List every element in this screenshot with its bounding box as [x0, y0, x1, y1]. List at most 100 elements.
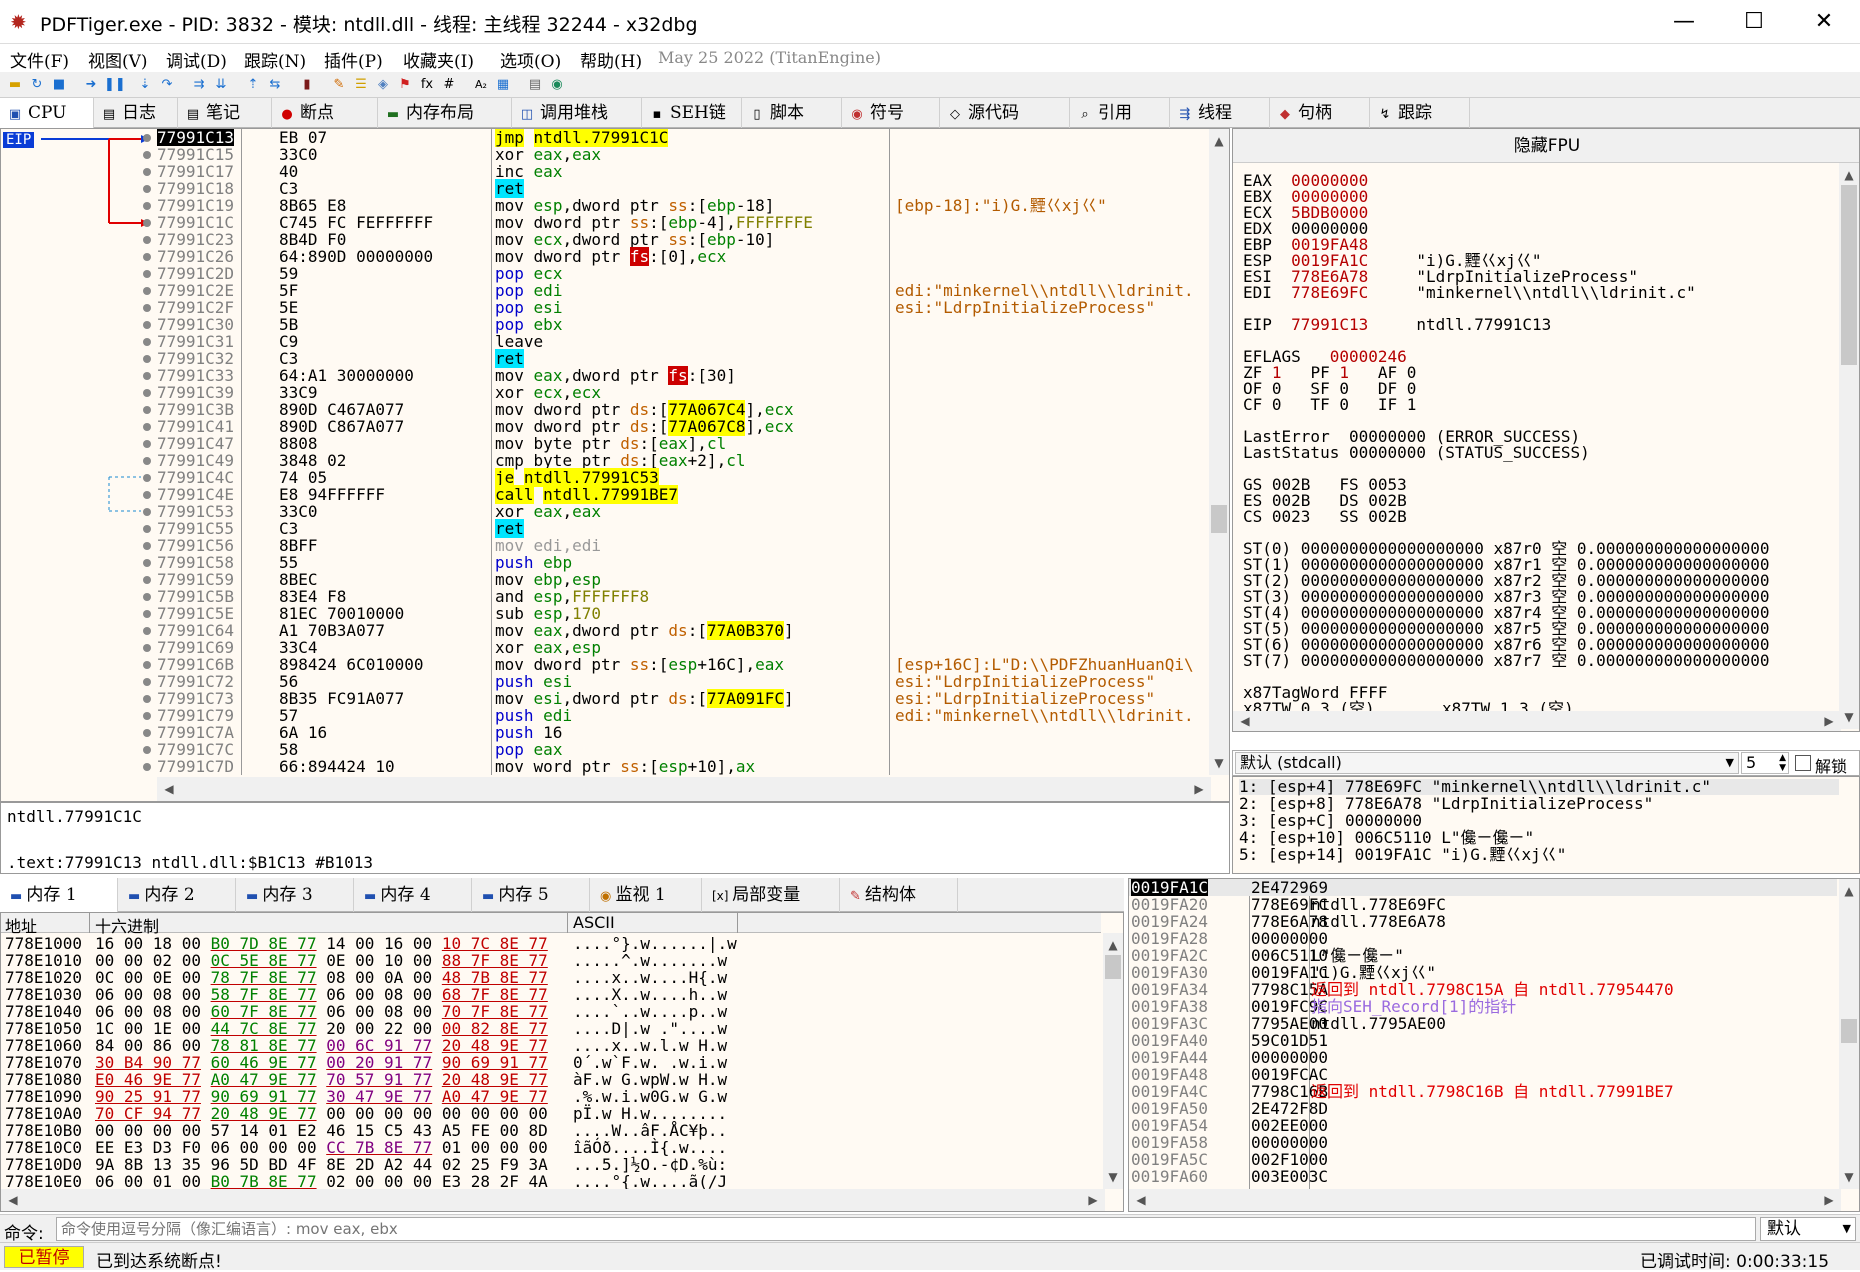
disasm-row[interactable]: 77991C39 33C9 xor ecx,ecx: [1, 384, 1211, 401]
font-icon[interactable]: A₂: [472, 76, 490, 94]
stack-row[interactable]: 0019FA2C 006C5110 L"儳ㄧ儳ㄧ": [1129, 947, 1837, 964]
scroll-left-icon[interactable]: ◀: [1235, 711, 1255, 731]
breakpoint-dot-icon[interactable]: [143, 644, 151, 652]
stack-row[interactable]: 0019FA48 0019FCAC: [1129, 1066, 1837, 1083]
disasm-row[interactable]: 77991C5B 83E4 F8 and esp,FFFFFFF8: [1, 588, 1211, 605]
disasm-row[interactable]: 77991C1C C745 FC FEFFFFFF mov dword ptr ss…: [1, 214, 1211, 231]
disasm-row[interactable]: 77991C7D 66:894424 10 mov word ptr ss:[esp…: [1, 758, 1211, 775]
disasm-row[interactable]: 77991C3B 890D C467A077 mov dword ptr ds:[7…: [1, 400, 1211, 419]
stack-row[interactable]: 0019FA40 59C01D51: [1129, 1032, 1837, 1049]
scroll-left-icon[interactable]: ◀: [1131, 1190, 1151, 1210]
scroll-up-icon[interactable]: ▲: [1839, 881, 1859, 901]
stack-row[interactable]: 0019FA38 0019FC9C 指向SEH_Record[1]的指针: [1129, 998, 1837, 1015]
scroll-thumb[interactable]: [1841, 1019, 1857, 1043]
disasm-row[interactable]: 77991C7C 58 pop eax: [1, 741, 1211, 758]
step-into-icon[interactable]: ⇣: [136, 76, 154, 94]
stack-row[interactable]: 0019FA1C 2E472969: [1129, 879, 1837, 896]
dump-row[interactable]: 778E1000 16 00 18 00 B0 7D 8E 77 14 00 16…: [5, 935, 1095, 952]
stack-row[interactable]: 0019FA4C 7798C16B 返回到 ntdll.7798C16B 自 ntd…: [1129, 1083, 1837, 1100]
scroll-up-icon[interactable]: ▲: [1103, 935, 1123, 955]
dump-row[interactable]: 778E1010 00 00 02 00 0C 5E 8E 77 0E 00 10…: [5, 952, 1095, 969]
tab-memory-5[interactable]: ▬ 内存 5: [472, 878, 590, 912]
breakpoint-dot-icon[interactable]: [143, 695, 151, 703]
scroll-down-icon[interactable]: ▼: [1103, 1167, 1123, 1187]
breakpoint-dot-icon[interactable]: [143, 287, 151, 295]
execute-till-return-icon[interactable]: ⇡: [244, 76, 262, 94]
breakpoint-dot-icon[interactable]: [143, 661, 151, 669]
stack-arg-row[interactable]: 5: [esp+14] 0019FA1C "i)G.黫巜xj巜": [1239, 847, 1566, 863]
tab-call-stack[interactable]: ◫ 调用堆栈: [512, 98, 642, 128]
dump-row[interactable]: 778E10B0 00 00 00 00 57 14 01 E2 46 15 C5…: [5, 1122, 1095, 1139]
open-icon[interactable]: ▬: [6, 76, 24, 94]
minimize-button[interactable]: —: [1664, 8, 1704, 36]
breakpoint-dot-icon[interactable]: [143, 219, 151, 227]
scroll-down-icon[interactable]: ▼: [1839, 707, 1859, 727]
tab-cpu[interactable]: ▣ CPU: [0, 98, 94, 128]
command-mode-select[interactable]: 默认 ▼: [1760, 1217, 1856, 1241]
stack-row[interactable]: 0019FA30 0019FA1C "i)G.黫巜xj巜": [1129, 964, 1837, 981]
run-to-user-code-icon[interactable]: ⇆: [266, 76, 284, 94]
tab-memory-4[interactable]: ▬ 内存 4: [354, 878, 472, 912]
hash-icon[interactable]: #: [440, 76, 458, 94]
breakpoint-dot-icon[interactable]: [143, 168, 151, 176]
dump-vertical-scrollbar[interactable]: ▲ ▼: [1103, 933, 1123, 1189]
functions-icon[interactable]: fx: [418, 76, 436, 94]
tab-memory-1[interactable]: ▬ 内存 1: [0, 878, 118, 912]
scroll-up-icon[interactable]: ▲: [1839, 165, 1859, 185]
pause-icon[interactable]: ❚❚: [104, 76, 126, 94]
scroll-right-icon[interactable]: ▶: [1083, 1190, 1103, 1210]
tab-memory-3[interactable]: ▬ 内存 3: [236, 878, 354, 912]
breakpoint-dot-icon[interactable]: [143, 593, 151, 601]
breakpoint-dot-icon[interactable]: [143, 474, 151, 482]
breakpoint-dot-icon[interactable]: [143, 678, 151, 686]
dump-horizontal-scrollbar[interactable]: ◀ ▶: [1, 1189, 1105, 1211]
breakpoint-dot-icon[interactable]: [143, 236, 151, 244]
stack-row[interactable]: 0019FA34 7798C15A 返回到 ntdll.7798C15A 自 ntd…: [1129, 981, 1837, 998]
menu-view[interactable]: 视图(V): [88, 47, 148, 72]
memory-dump[interactable]: 地址 十六进制 ASCII 778E1000 16 00 18 00 B0 7D …: [0, 912, 1124, 1212]
disasm-row[interactable]: 77991C31 C9 leave: [1, 333, 1211, 350]
dump-row[interactable]: 778E1050 1C 00 1E 00 44 7C 8E 77 20 00 22…: [5, 1020, 1095, 1037]
tab-notes[interactable]: ▤ 笔记: [178, 98, 272, 128]
breakpoint-dot-icon[interactable]: [143, 712, 151, 720]
stack-view[interactable]: 0019FA1C 2E472969 0019FA20 778E69FC ntdll.77…: [1128, 878, 1860, 1212]
breakpoint-dot-icon[interactable]: [143, 491, 151, 499]
stack-row[interactable]: 0019FA3C 7795AE00 ntdll.7795AE00: [1129, 1015, 1837, 1032]
disasm-row[interactable]: 77991C58 55 push ebp: [1, 554, 1211, 571]
disasm-row[interactable]: 77991C59 8BEC mov ebp,esp: [1, 571, 1211, 588]
regs-horizontal-scrollbar[interactable]: ◀ ▶: [1233, 711, 1841, 731]
disasm-vertical-scrollbar[interactable]: ▲ ▼: [1209, 129, 1229, 775]
tab-locals[interactable]: [x] 局部变量: [702, 878, 840, 912]
scroll-down-icon[interactable]: ▼: [1209, 753, 1229, 773]
stack-row[interactable]: 0019FA44 00000000: [1129, 1049, 1837, 1066]
stack-row[interactable]: 0019FA50 2E472F8D: [1129, 1100, 1837, 1117]
breakpoint-dot-icon[interactable]: [143, 559, 151, 567]
menu-favourites[interactable]: 收藏夹(I): [403, 47, 474, 72]
disasm-row[interactable]: 77991C7A 6A 16 push 16: [1, 724, 1211, 741]
disasm-row[interactable]: 77991C15 33C0 xor eax,eax: [1, 146, 1211, 163]
disasm-row[interactable]: 77991C17 40 inc eax: [1, 163, 1211, 180]
scroll-thumb[interactable]: [1105, 955, 1121, 979]
trace-over-icon[interactable]: ⇊: [212, 76, 230, 94]
stack-arguments[interactable]: 1: [esp+4] 778E69FC "minkernel\\ntdll\\l…: [1232, 776, 1860, 874]
tab-references[interactable]: ⌕ 引用: [1070, 98, 1170, 128]
tab-breakpoints[interactable]: ● 断点: [272, 98, 378, 128]
disasm-row[interactable]: 77991C33 64:A1 30000000 mov eax,dword ptr …: [1, 366, 1211, 385]
disasm-row[interactable]: 77991C41 890D C867A077 mov dword ptr ds:[7…: [1, 417, 1211, 436]
stack-row[interactable]: 0019FA5C 002F1000: [1129, 1151, 1837, 1168]
dump-row[interactable]: 778E1040 06 00 08 00 60 7F 8E 77 06 00 08…: [5, 1003, 1095, 1020]
scroll-thumb[interactable]: [1211, 505, 1227, 533]
dump-row[interactable]: 778E1020 0C 00 0E 00 78 7F 8E 77 08 00 0A…: [5, 969, 1095, 986]
tab-trace[interactable]: ↯ 跟踪: [1370, 98, 1470, 128]
breakpoint-dot-icon[interactable]: [143, 542, 151, 550]
tab-memory-map[interactable]: ▬ 内存布局: [378, 98, 512, 128]
breakpoint-dot-icon[interactable]: [143, 457, 151, 465]
disasm-row[interactable]: 77991C5E 81EC 70010000 sub esp,170: [1, 605, 1211, 622]
tab-script[interactable]: ▯ 脚本: [742, 98, 842, 128]
menu-plugins[interactable]: 插件(P): [324, 47, 383, 72]
stack-horizontal-scrollbar[interactable]: ◀ ▶: [1129, 1189, 1841, 1211]
flags-row[interactable]: CF 0 TF 0 IF 1: [1243, 397, 1416, 413]
scroll-up-icon[interactable]: ▲: [1209, 131, 1229, 151]
disassembly-view[interactable]: EIP 77991C13 EB 07 jmp ntdll.77991C1C 77991…: [0, 128, 1230, 802]
breakpoint-dot-icon[interactable]: [143, 508, 151, 516]
